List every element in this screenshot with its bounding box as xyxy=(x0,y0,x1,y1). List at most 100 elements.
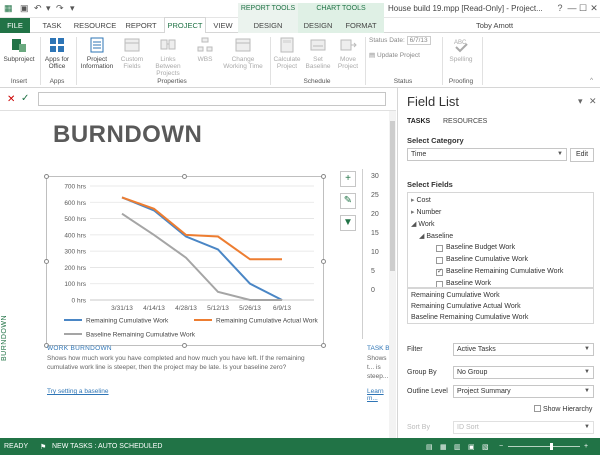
tab-task[interactable]: TASK xyxy=(38,18,66,33)
tab-resources[interactable]: RESOURCES xyxy=(443,118,487,125)
show-hierarchy-checkbox[interactable] xyxy=(534,405,541,412)
vertical-scrollbar[interactable] xyxy=(389,111,396,439)
sort-by-label: Sort By xyxy=(407,424,430,431)
change-working-time-button[interactable]: Change Working Time xyxy=(220,36,266,70)
status-date-field[interactable]: Status Date: 6/7/13 xyxy=(369,36,431,45)
selected-field-item[interactable]: Remaining Cumulative Work xyxy=(411,292,500,299)
report-view-icon[interactable]: ▧ xyxy=(482,443,489,451)
set-baseline-button[interactable]: Set Baseline xyxy=(304,36,332,70)
field-row[interactable]: Baseline Budget Work xyxy=(436,244,515,252)
undo-dropdown-icon[interactable]: ▾ xyxy=(46,3,51,14)
resize-handle[interactable] xyxy=(321,343,326,348)
resize-handle[interactable] xyxy=(321,259,326,264)
collapse-ribbon-icon[interactable]: ^ xyxy=(590,77,593,84)
field-row[interactable]: Baseline Remaining Cumulative Work xyxy=(436,267,563,276)
help-button[interactable]: ? xyxy=(554,2,566,14)
tab-chart-design[interactable]: DESIGN xyxy=(298,18,338,33)
tab-tasks[interactable]: TASKS xyxy=(407,118,430,125)
y-tick-label: 500 hrs xyxy=(64,216,86,223)
update-project-icon: ▤ xyxy=(369,52,376,59)
project-information-icon xyxy=(90,37,104,53)
gantt-view-icon[interactable]: ▤ xyxy=(426,443,433,451)
x-tick-label: 5/26/13 xyxy=(239,305,261,312)
apps-for-office-button[interactable]: Apps for Office xyxy=(42,36,72,70)
zoom-slider-knob[interactable] xyxy=(550,443,553,450)
scrollbar-thumb[interactable] xyxy=(390,121,395,271)
field-row[interactable]: Baseline Work xyxy=(436,280,491,287)
pane-options-icon[interactable]: ▾ xyxy=(578,96,583,107)
edit-button[interactable]: Edit xyxy=(570,148,594,162)
resource-sheet-icon[interactable]: ▣ xyxy=(468,443,475,451)
cancel-entry-icon[interactable]: ✕ xyxy=(7,94,15,105)
tab-project[interactable]: PROJECT xyxy=(164,17,206,33)
show-hierarchy-toggle[interactable]: Show Hierarchy xyxy=(534,404,592,413)
spelling-button[interactable]: ABC Spelling xyxy=(446,36,476,63)
user-name[interactable]: Toby Amott xyxy=(476,21,513,30)
chart-elements-button[interactable]: + xyxy=(340,171,356,187)
update-project-button[interactable]: ▤ Update Project xyxy=(369,51,420,59)
tab-resource[interactable]: RESOURCE xyxy=(72,18,118,33)
wbs-button[interactable]: WBS xyxy=(192,36,218,63)
entry-input[interactable] xyxy=(38,92,386,106)
filter-select[interactable]: Active Tasks ▼ xyxy=(453,343,594,356)
y-tick-label: 300 hrs xyxy=(64,249,86,256)
tree-item-work[interactable]: ◢ Work xyxy=(411,220,435,228)
subproject-button[interactable]: Subproject xyxy=(2,36,36,63)
redo-icon[interactable]: ↷ xyxy=(56,3,64,14)
category-select[interactable]: Time ▼ xyxy=(407,148,567,161)
links-between-projects-button[interactable]: Links Between Projects xyxy=(148,36,188,77)
secondary-y-tick-label: 10 xyxy=(371,249,379,256)
field-row[interactable]: Baseline Cumulative Work xyxy=(436,256,528,264)
tree-item-cost[interactable]: ▸ Cost xyxy=(411,196,431,204)
field-checkbox[interactable] xyxy=(436,267,443,276)
save-icon[interactable]: ▣ xyxy=(20,3,29,14)
tab-report-design[interactable]: DESIGN xyxy=(238,18,298,33)
resize-handle[interactable] xyxy=(182,343,187,348)
task-usage-icon[interactable]: ▦ xyxy=(440,443,447,451)
customize-toolbar-icon[interactable]: ▾ xyxy=(70,3,75,14)
new-tasks-icon: ⚑ xyxy=(40,444,47,451)
selected-field-item[interactable]: Remaining Cumulative Actual Work xyxy=(411,303,521,310)
move-project-button[interactable]: Move Project xyxy=(334,36,362,70)
custom-fields-button[interactable]: Custom Fields xyxy=(118,36,146,70)
spelling-label: Spelling xyxy=(449,56,473,63)
resize-handle[interactable] xyxy=(44,259,49,264)
tab-report[interactable]: REPORT xyxy=(122,18,160,33)
zoom-in-icon[interactable]: + xyxy=(584,443,588,450)
undo-icon[interactable]: ↶ xyxy=(34,3,42,14)
chart-filters-button[interactable]: ▼ xyxy=(340,215,356,231)
tab-chart-format[interactable]: FORMAT xyxy=(338,18,384,33)
sort-by-select[interactable]: ID Sort ▼ xyxy=(453,421,594,434)
chart-styles-button[interactable]: ✎ xyxy=(340,193,356,209)
try-baseline-link[interactable]: Try setting a baseline xyxy=(47,388,109,395)
resize-handle[interactable] xyxy=(182,174,187,179)
tab-view[interactable]: VIEW xyxy=(210,18,236,33)
close-pane-icon[interactable]: ✕ xyxy=(589,96,597,107)
report-title[interactable]: BURNDOWN xyxy=(53,121,202,149)
status-date-value[interactable]: 6/7/13 xyxy=(406,36,431,45)
zoom-out-icon[interactable]: − xyxy=(499,443,503,450)
close-button[interactable]: ✕ xyxy=(588,2,600,14)
field-checkbox[interactable] xyxy=(436,257,443,264)
outline-level-select[interactable]: Project Summary ▼ xyxy=(453,385,594,398)
selected-field-item[interactable]: Baseline Remaining Cumulative Work xyxy=(411,314,528,321)
brush-icon: ✎ xyxy=(343,195,353,206)
resize-handle[interactable] xyxy=(321,174,326,179)
zoom-slider[interactable] xyxy=(508,446,580,447)
tree-item-baseline[interactable]: ◢ Baseline xyxy=(419,232,453,240)
field-checkbox[interactable] xyxy=(436,245,443,252)
group-insert-label: Insert xyxy=(10,78,28,85)
project-information-button[interactable]: Project Information xyxy=(78,36,116,70)
burndown-chart[interactable]: 0 hrs 100 hrs 200 hrs 300 hrs 400 hrs 500 hrs… xyxy=(46,176,324,346)
calculate-project-button[interactable]: Calculate Project xyxy=(272,36,302,70)
expand-icon: ▸ xyxy=(411,209,415,216)
tree-item-number[interactable]: ▸ Number xyxy=(411,208,441,216)
new-tasks-mode[interactable]: NEW TASKS : AUTO SCHEDULED xyxy=(52,443,162,450)
group-by-select[interactable]: No Group ▼ xyxy=(453,366,594,379)
confirm-entry-icon[interactable]: ✓ xyxy=(21,93,29,104)
tab-file[interactable]: FILE xyxy=(0,18,30,33)
field-checkbox[interactable] xyxy=(436,281,443,287)
resize-handle[interactable] xyxy=(44,174,49,179)
team-planner-icon[interactable]: ▥ xyxy=(454,443,461,451)
subproject-icon xyxy=(12,39,26,52)
